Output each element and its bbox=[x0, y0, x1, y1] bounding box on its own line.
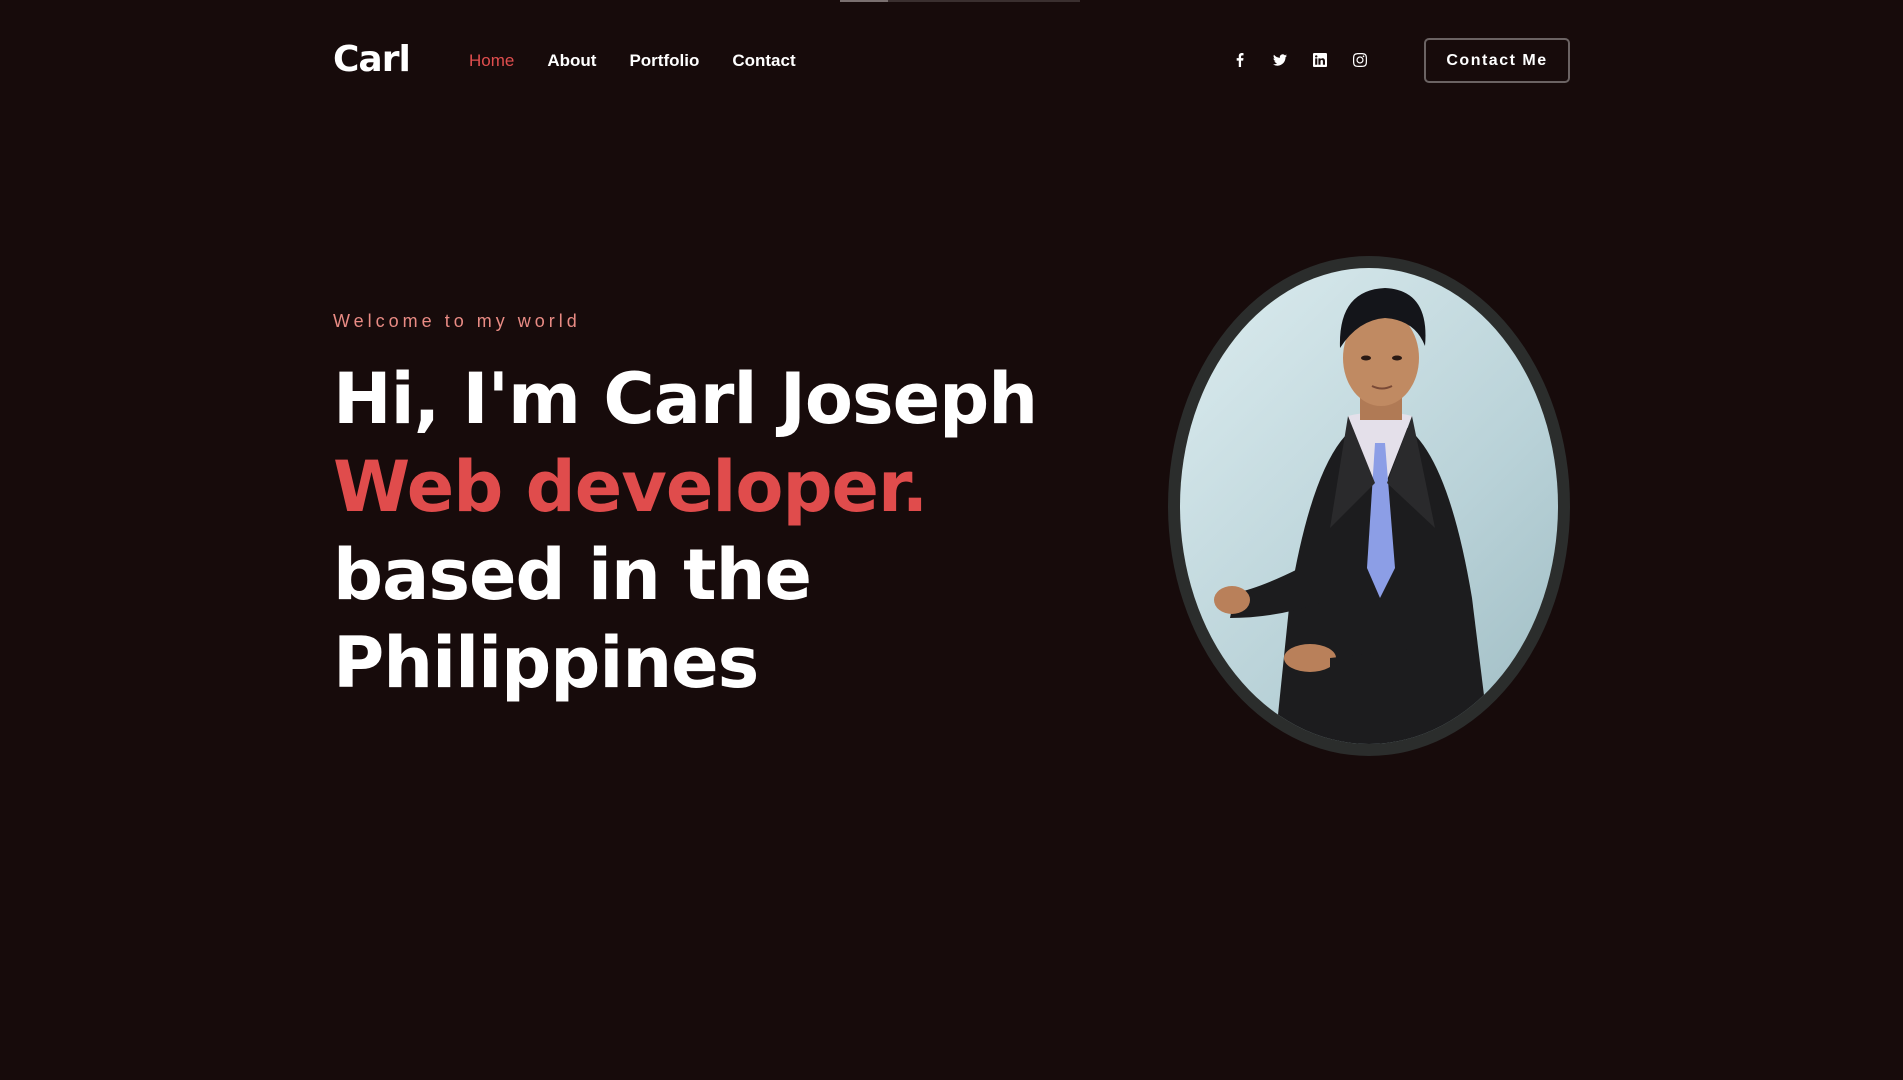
twitter-icon[interactable] bbox=[1270, 48, 1290, 72]
nav-item-contact[interactable]: Contact bbox=[732, 49, 795, 73]
contact-me-button[interactable]: Contact Me bbox=[1424, 38, 1570, 83]
profile-portrait-frame bbox=[1168, 256, 1570, 756]
social-links bbox=[1230, 48, 1370, 72]
hero-title: Hi, I'm Carl Joseph Web developer. based… bbox=[333, 355, 1053, 707]
site-header: Carl Home About Portfolio Contact Contac… bbox=[0, 0, 1903, 120]
nav-item-portfolio[interactable]: Portfolio bbox=[629, 49, 699, 73]
hero-title-location: based in the Philippines bbox=[333, 534, 812, 704]
profile-portrait bbox=[1180, 268, 1558, 744]
hero-title-accent: Web developer. bbox=[333, 446, 928, 528]
nav-item-about[interactable]: About bbox=[547, 49, 596, 73]
hero-eyebrow: Welcome to my world bbox=[333, 311, 581, 331]
main-nav: Home About Portfolio Contact bbox=[469, 49, 796, 73]
instagram-icon[interactable] bbox=[1350, 48, 1370, 72]
site-logo[interactable]: Carl bbox=[333, 36, 411, 84]
nav-item-home[interactable]: Home bbox=[469, 49, 514, 73]
linkedin-icon[interactable] bbox=[1310, 48, 1330, 72]
facebook-icon[interactable] bbox=[1230, 48, 1250, 72]
hero-title-intro: Hi, I'm Carl Joseph bbox=[333, 358, 1038, 440]
